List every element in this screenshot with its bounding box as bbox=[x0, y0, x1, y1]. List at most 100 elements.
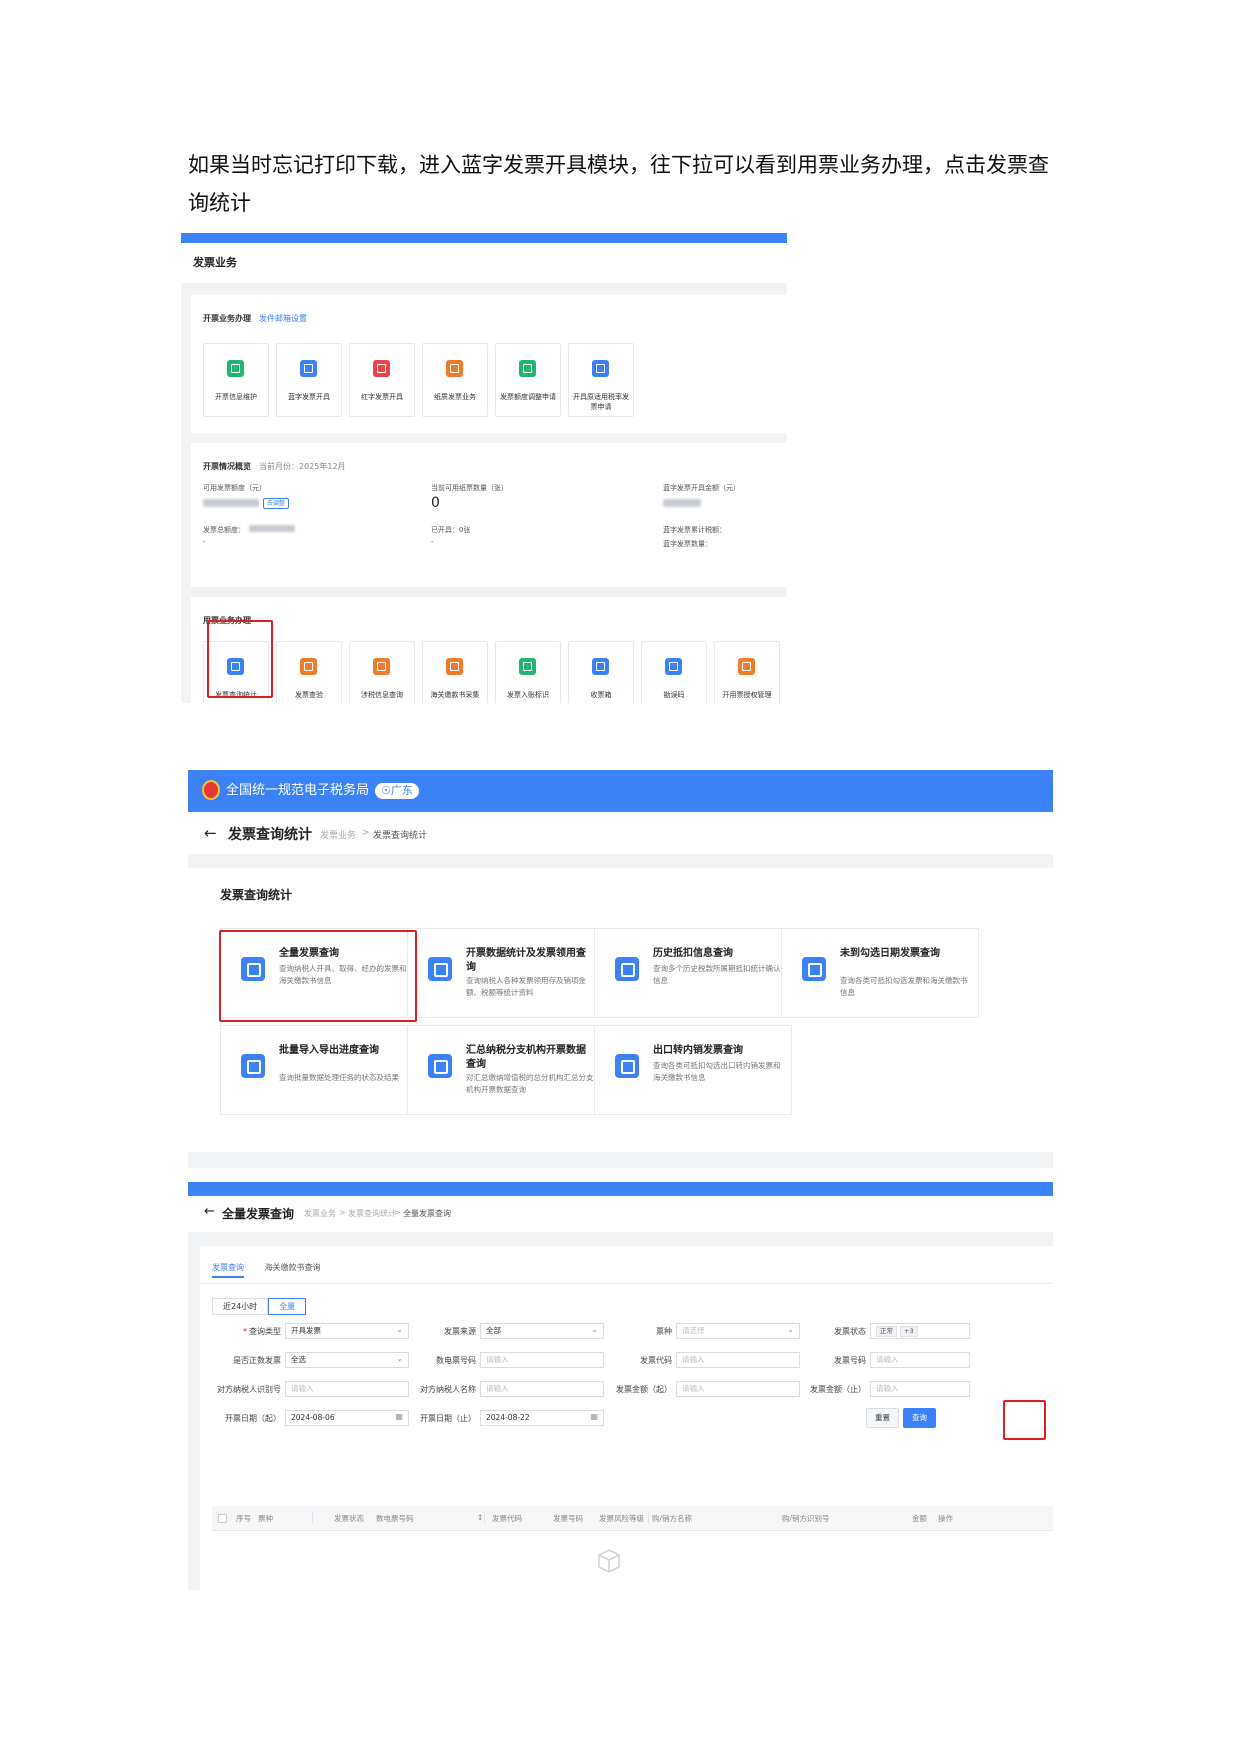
paper-count-label: 当前可用纸票数量（张） bbox=[431, 484, 508, 492]
e-number-input[interactable]: 请输入 bbox=[480, 1352, 604, 1368]
status-tag: 正常 bbox=[876, 1326, 897, 1337]
blurred-value bbox=[249, 525, 295, 532]
tile-verify[interactable]: 发票查验 bbox=[276, 641, 342, 703]
col-risk: 发票风险等级 bbox=[599, 1514, 644, 1523]
sort-icon[interactable]: ↕ bbox=[477, 1513, 483, 1522]
status-more-tag: +3 bbox=[900, 1326, 918, 1337]
tile-label: 发票查验 bbox=[295, 691, 323, 699]
tile-ticket[interactable]: 蓝字发票开具 bbox=[276, 343, 342, 417]
blurred-value bbox=[663, 499, 701, 507]
breadcrumb-current: 发票查询统计 bbox=[373, 831, 428, 841]
chevron-down-icon: ⌄ bbox=[787, 1325, 794, 1334]
ticket-type-select[interactable]: 请选择 ⌄ bbox=[676, 1323, 800, 1339]
date-from-input[interactable]: 2024-08-06 ▦ bbox=[285, 1410, 409, 1426]
breadcrumb-parent[interactable]: 发票业务 bbox=[320, 828, 356, 841]
tab-divider bbox=[200, 1283, 1053, 1284]
col-number: 发票号码 bbox=[553, 1514, 583, 1523]
col-tax-id: 购/销方识别号 bbox=[782, 1514, 830, 1523]
brand: 全国统一规范电子税务局 ☉广东 bbox=[226, 770, 419, 812]
paper-count: 0 bbox=[431, 495, 440, 511]
dash: - bbox=[203, 538, 206, 546]
reset-button[interactable]: 重置 bbox=[866, 1408, 899, 1428]
tile-auth[interactable]: 开用票授权管理 bbox=[714, 641, 780, 703]
function-card[interactable]: 批量导入导出进度查询 查询批量数据处理任务的状态及结果 bbox=[220, 1025, 418, 1115]
select-all-checkbox[interactable] bbox=[218, 1514, 227, 1523]
function-card[interactable]: 未到勾选日期发票查询 查询各类可抵扣勾选发票和海关缴款书信息 bbox=[781, 928, 979, 1018]
number-input[interactable]: 请输入 bbox=[870, 1352, 970, 1368]
nav-title: 发票查询统计 bbox=[228, 827, 312, 843]
taxpayer-name-input[interactable]: 请输入 bbox=[480, 1381, 604, 1397]
card-title: 历史抵扣信息查询 bbox=[653, 948, 733, 959]
tile-ticket[interactable]: 红字发票开具 bbox=[349, 343, 415, 417]
card-title: 批量导入导出进度查询 bbox=[279, 1045, 379, 1056]
date-to-input[interactable]: 2024-08-22 ▦ bbox=[480, 1410, 604, 1426]
query-type-select[interactable]: 开具发票 ⌄ bbox=[285, 1323, 409, 1339]
issuing-tiles: 开票信息维护 蓝字发票开具 红字发票开具 纸质发票业务 发票额度调整申请 开具原适用税率发… bbox=[203, 343, 634, 417]
query-button[interactable]: 查询 bbox=[903, 1408, 936, 1428]
mailbox-icon bbox=[592, 658, 609, 675]
back-arrow-icon[interactable]: ← bbox=[204, 1204, 215, 1219]
total-quota-label: 发票总额度： bbox=[203, 526, 245, 534]
seg-all[interactable]: 全量 bbox=[268, 1298, 307, 1315]
positive-select[interactable]: 全选 ⌄ bbox=[285, 1352, 409, 1368]
tile-label: 红字发票开具 bbox=[361, 393, 403, 401]
region-badge[interactable]: ☉广东 bbox=[375, 783, 419, 799]
taxpayer-id-label: 对方纳税人识别号 bbox=[217, 1385, 281, 1394]
ticket-icon bbox=[373, 360, 390, 377]
tab-customs-query[interactable]: 海关缴款书查询 bbox=[265, 1263, 321, 1272]
nav-bar: ← 发票查询统计 发票业务 > 发票查询统计 bbox=[188, 812, 1053, 854]
sender-email-link[interactable]: 发件邮箱设置 bbox=[259, 314, 307, 323]
adjust-icon bbox=[519, 360, 536, 377]
calendar-icon: ▦ bbox=[590, 1412, 598, 1421]
tile-mark[interactable]: 发票入账标识 bbox=[495, 641, 561, 703]
code-input[interactable]: 请输入 bbox=[676, 1352, 800, 1368]
source-select[interactable]: 全部 ⌄ bbox=[480, 1323, 604, 1339]
blue-count-label: 蓝字发票数量： bbox=[663, 540, 712, 548]
tile-adjust[interactable]: 发票额度调整申请 bbox=[495, 343, 561, 417]
breadcrumb-2[interactable]: 发票查询统计 bbox=[348, 1208, 396, 1219]
tile-edit[interactable]: 开票信息维护 bbox=[203, 343, 269, 417]
page-header: 发票业务 bbox=[181, 243, 787, 283]
function-card[interactable]: 出口转内销发票查询 查询各类可抵扣勾选出口转内销发票和海关缴款书信息 bbox=[594, 1025, 792, 1115]
breadcrumb-3: 全量发票查询 bbox=[403, 1209, 451, 1218]
col-name: 购/销方名称 bbox=[652, 1514, 693, 1523]
amount-to-label: 发票金额（止） bbox=[810, 1385, 866, 1394]
seg-24h[interactable]: 近24小时 bbox=[212, 1298, 269, 1315]
breadcrumb-1[interactable]: 发票业务 bbox=[304, 1208, 336, 1219]
tile-mailbox[interactable]: 收票箱 bbox=[568, 641, 634, 703]
source-label: 发票来源 bbox=[444, 1327, 476, 1336]
amount-to-input[interactable]: 请输入 bbox=[870, 1381, 970, 1397]
function-icon bbox=[428, 1054, 452, 1078]
ticket-icon bbox=[300, 360, 317, 377]
tile-label: 海关缴款书采集 bbox=[430, 691, 480, 699]
mark-icon bbox=[519, 658, 536, 675]
tile-info[interactable]: 涉税信息查询 bbox=[349, 641, 415, 703]
tile-apply[interactable]: 开具原适用税率发票申请 bbox=[568, 343, 634, 417]
full-query-screenshot: ← 全量发票查询 发票业务 > 发票查询统计 > 全量发票查询 发票查询 海关缴… bbox=[188, 1182, 1053, 1590]
tab-invoice-query[interactable]: 发票查询 bbox=[212, 1263, 244, 1278]
status-select[interactable]: 正常 +3 bbox=[870, 1323, 970, 1339]
tile-qrcode[interactable]: 勘误码 bbox=[641, 641, 707, 703]
col-seq: 序号 bbox=[236, 1514, 251, 1523]
code-label: 发票代码 bbox=[640, 1356, 672, 1365]
number-label: 发票号码 bbox=[834, 1356, 866, 1365]
function-card[interactable]: 汇总纳税分支机构开票数据查询 对汇总缴纳增值税的总分机构汇总分支机构开票数据查询 bbox=[407, 1025, 605, 1115]
col-ticket-type: 票种 bbox=[258, 1514, 273, 1523]
function-card[interactable]: 历史抵扣信息查询 查询多个历史税款所属期抵扣统计确认信息 bbox=[594, 928, 792, 1018]
function-card[interactable]: 开票数据统计及发票领用查询 查询纳税人各种发票领用存及销项金额、税额等统计资料 bbox=[407, 928, 605, 1018]
back-arrow-icon[interactable]: ← bbox=[204, 824, 217, 842]
positive-label: 是否正数发票 bbox=[233, 1356, 281, 1365]
top-bar bbox=[181, 233, 787, 243]
highlight-query-button bbox=[1003, 1400, 1046, 1440]
amount-from-input[interactable]: 请输入 bbox=[676, 1381, 800, 1397]
adjust-badge[interactable]: 去调整 bbox=[263, 498, 290, 509]
issued-label: 已开具：0张 bbox=[431, 526, 471, 534]
taxpayer-id-input[interactable]: 请输入 bbox=[285, 1381, 409, 1397]
card-title: 未到勾选日期发票查询 bbox=[840, 948, 940, 959]
overview-title: 开票情况概览 当前月份：2025年12月 bbox=[203, 462, 346, 471]
collect-icon bbox=[446, 658, 463, 675]
edit-icon bbox=[227, 360, 244, 377]
tile-paper[interactable]: 纸质发票业务 bbox=[422, 343, 488, 417]
tile-collect[interactable]: 海关缴款书采集 bbox=[422, 641, 488, 703]
col-e-number: 数电票号码 bbox=[376, 1514, 414, 1523]
